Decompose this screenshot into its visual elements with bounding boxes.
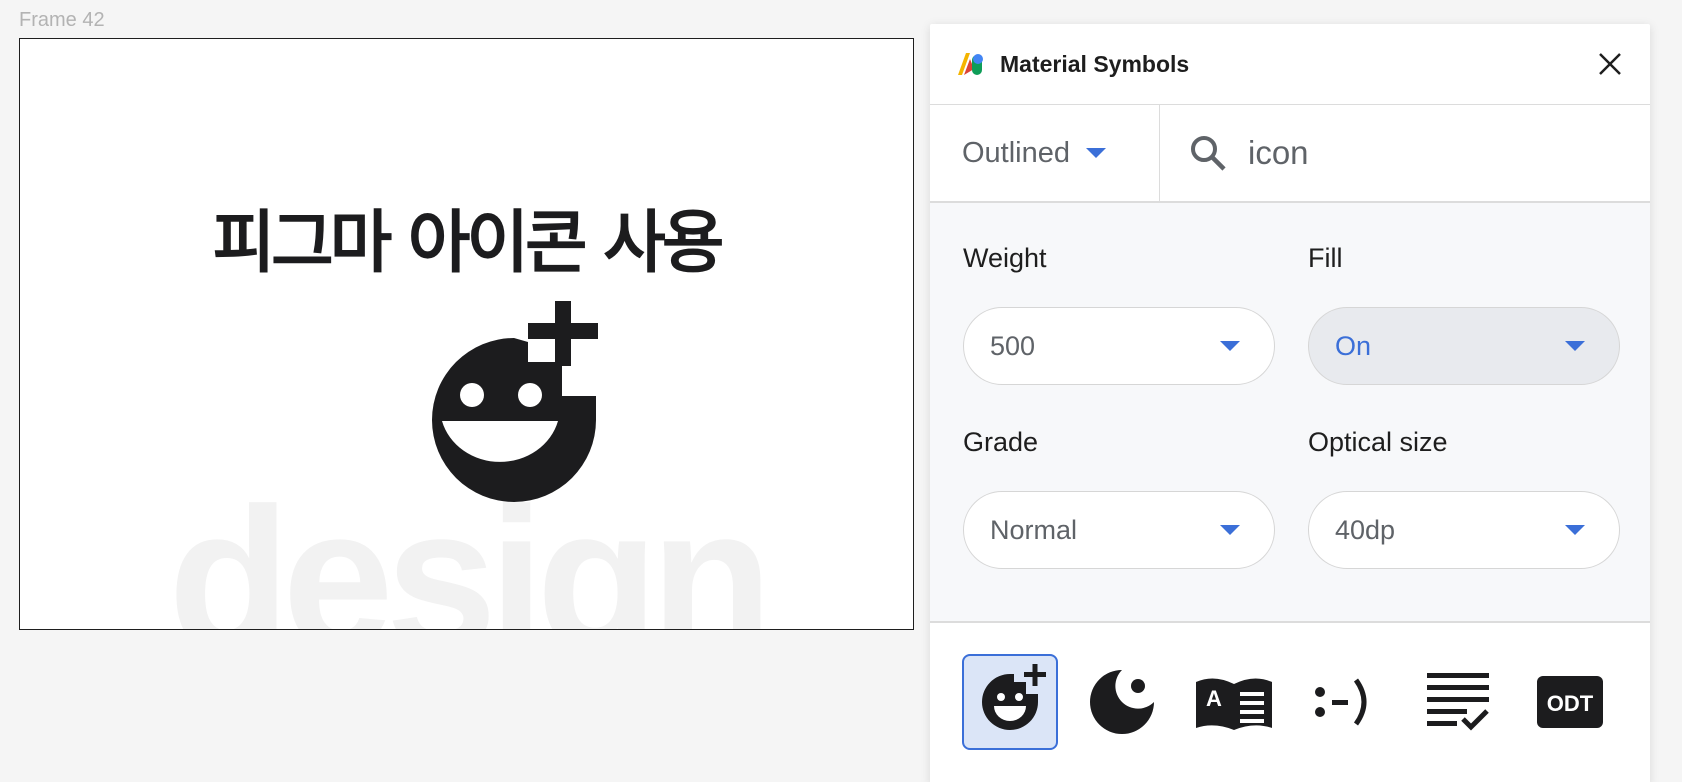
optical-size-value: 40dp [1335, 514, 1396, 545]
add-reaction-icon [432, 301, 598, 502]
checklist-icon [1427, 673, 1489, 731]
fill-value: On [1335, 330, 1372, 361]
icon-result-emoticon[interactable] [1298, 654, 1394, 750]
frame-label[interactable]: Frame 42 [19, 9, 105, 32]
weight-value: 500 [990, 330, 1036, 361]
icon-result-add-reaction[interactable] [962, 654, 1058, 750]
close-icon[interactable] [1592, 46, 1628, 82]
emoticon-icon [1315, 678, 1367, 726]
grade-select[interactable]: Normal [963, 491, 1275, 569]
svg-text:A: A [1206, 686, 1222, 711]
search-row: Outlined [930, 105, 1650, 203]
svg-text:ODT: ODT [1547, 691, 1594, 716]
style-dropdown[interactable]: Outlined [930, 105, 1160, 201]
fill-label: Fill [1308, 243, 1343, 273]
odt-icon: ODT [1537, 676, 1603, 728]
search-icon [1191, 136, 1226, 171]
search-input[interactable] [1246, 133, 1610, 173]
figma-canvas[interactable]: Frame 42 design 피그마 아이콘 사용 Material Symb… [0, 0, 1682, 782]
weight-select[interactable]: 500 [963, 307, 1275, 385]
material-symbols-logo-icon [958, 53, 983, 75]
icon-result-translate-book[interactable]: A [1186, 654, 1282, 750]
grade-value: Normal [990, 514, 1078, 545]
grade-label: Grade [963, 427, 1039, 457]
icon-results-row: A ODT [962, 654, 1618, 750]
search-box [1160, 105, 1650, 201]
chevron-down-icon [1220, 525, 1240, 535]
chevron-down-icon [1565, 341, 1585, 351]
frame-title: 피그마 아이콘 사용 [212, 204, 725, 283]
controls-section: Weight Fill 500 On Grade Optical size No… [930, 203, 1650, 623]
icon-result-checklist[interactable] [1410, 654, 1506, 750]
chevron-down-icon [1220, 341, 1240, 351]
weight-label: Weight [963, 243, 1047, 273]
translate-book-icon: A [1196, 678, 1272, 730]
chevron-down-icon [1565, 525, 1585, 535]
moon-icon [1090, 670, 1154, 734]
icon-result-moon[interactable] [1074, 654, 1170, 750]
add-reaction-icon [982, 664, 1046, 730]
optical-size-select[interactable]: 40dp [1308, 491, 1620, 569]
panel-header: Material Symbols [930, 24, 1650, 105]
frame-42[interactable]: design 피그마 아이콘 사용 [19, 38, 914, 630]
chevron-down-icon [1086, 148, 1107, 158]
optical-size-label: Optical size [1308, 427, 1448, 457]
panel-title: Material Symbols [1000, 50, 1190, 77]
fill-select[interactable]: On [1308, 307, 1620, 385]
icon-result-odt[interactable]: ODT [1522, 654, 1618, 750]
style-dropdown-value: Outlined [962, 136, 1071, 169]
